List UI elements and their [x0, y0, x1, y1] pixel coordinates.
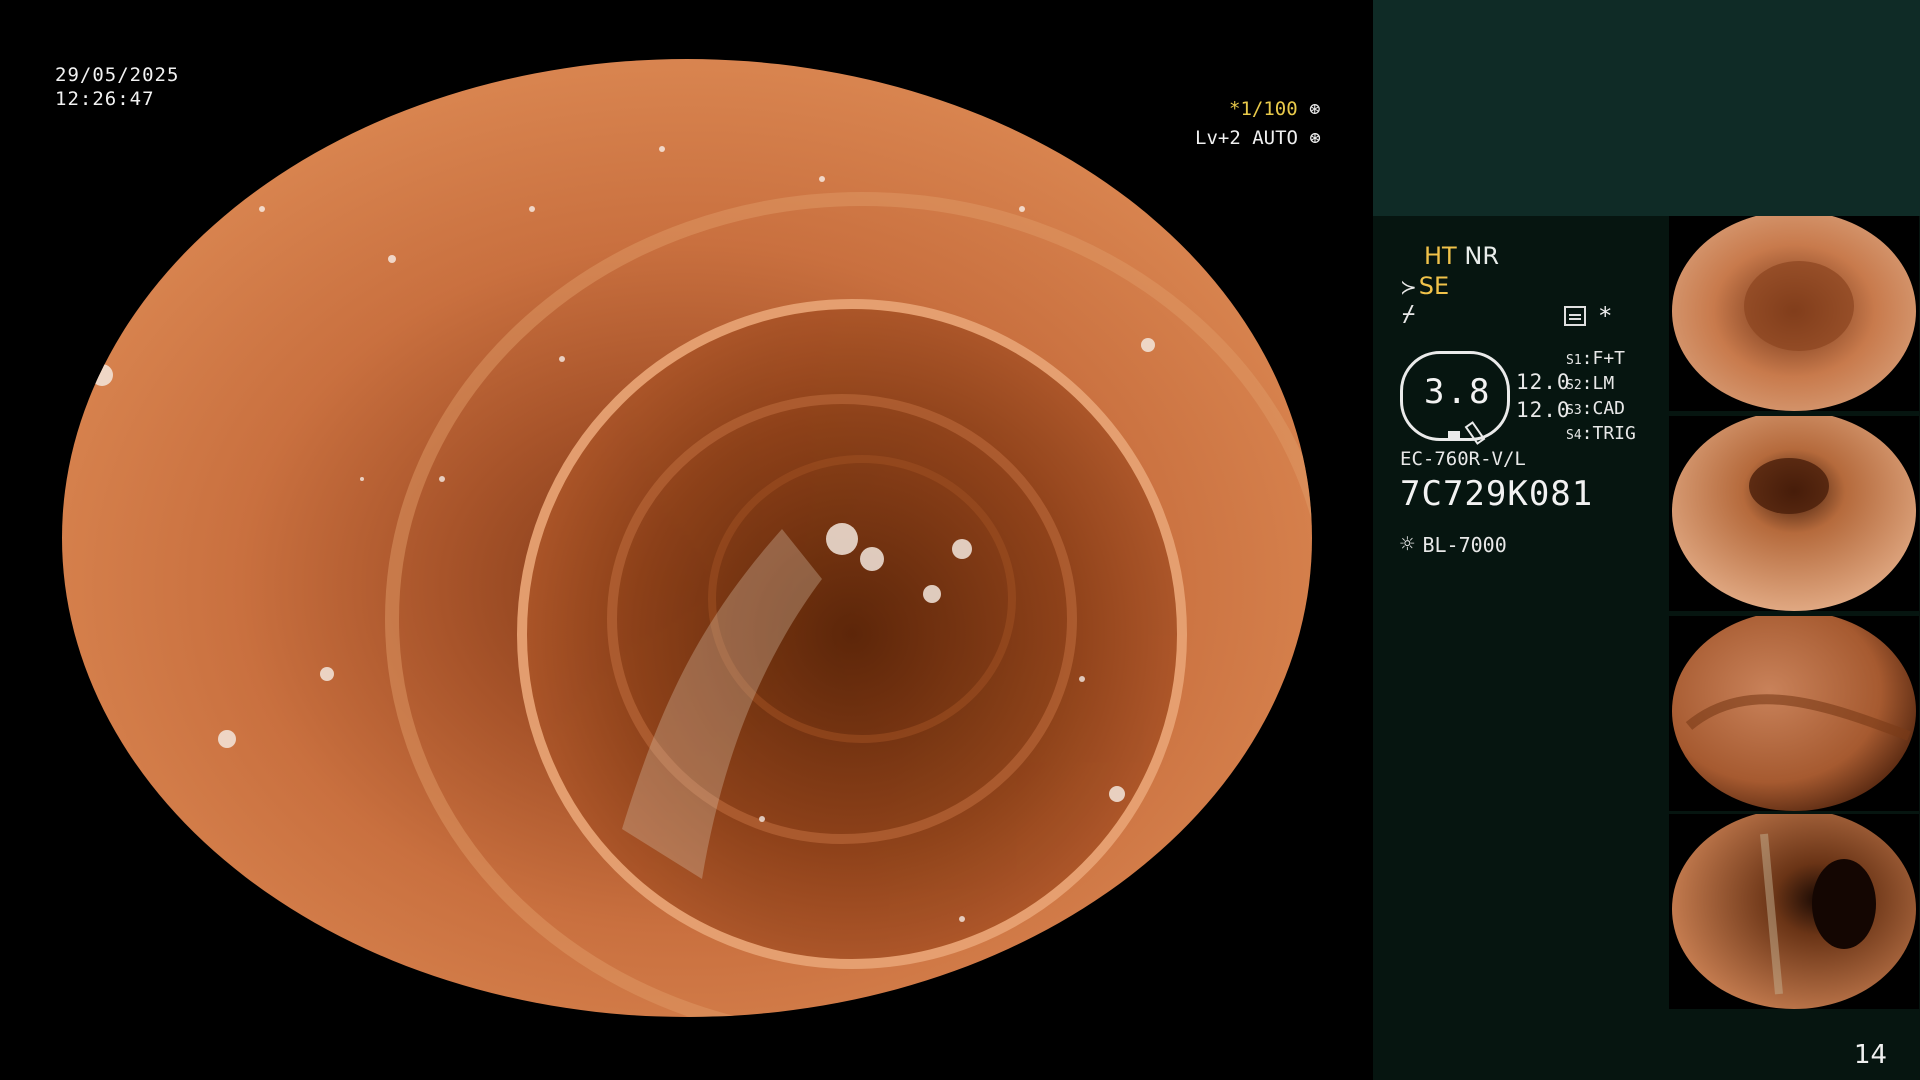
iris-icon: ⊛ — [1309, 127, 1321, 149]
endoscope-main-view — [62, 59, 1312, 1017]
gain-level-text: Lv+2 AUTO — [1195, 127, 1298, 149]
aperture-icon: ⊛ — [1309, 98, 1321, 120]
scope-model: EC-760R-V/L — [1400, 448, 1526, 470]
thumbnail-2[interactable] — [1669, 416, 1919, 611]
thumbnail-1[interactable] — [1669, 216, 1919, 411]
thumbnail-3[interactable] — [1669, 616, 1919, 811]
shutter-speed-text: *1/100 — [1229, 98, 1298, 120]
picture-mode-icon — [1564, 306, 1586, 326]
star-marker: * — [1598, 302, 1613, 330]
switch-label: TRIG — [1592, 423, 1636, 444]
nr-label: NR — [1464, 242, 1499, 270]
shutter-speed-display: *1/100 ⊛ — [1229, 98, 1321, 120]
switch-s3: S3:CAD — [1566, 398, 1626, 419]
ht-label: HT — [1424, 242, 1457, 270]
switch-key: S1 — [1566, 353, 1582, 368]
gauge-bar-icon — [1448, 431, 1460, 439]
info-panel-header — [1373, 0, 1920, 216]
light-source-text: BL-7000 — [1422, 533, 1507, 557]
setting-value-1: 12.0 — [1516, 370, 1571, 394]
switch-label: CAD — [1592, 398, 1626, 419]
time-text: 12:26:47 — [55, 88, 155, 110]
scope-serial: 7C729K081 — [1400, 474, 1594, 514]
date-time-display: 29/05/2025 12:26:47 — [55, 63, 179, 111]
switch-label: LM — [1592, 373, 1615, 394]
switch-s1: S1:F+T — [1566, 348, 1626, 369]
se-indicator: ≻SE — [1400, 272, 1449, 300]
date-text: 29/05/2025 — [55, 64, 180, 86]
gauge-value: 3.8 — [1424, 372, 1492, 412]
switch-key: S2 — [1566, 378, 1582, 393]
switch-label: F+T — [1592, 348, 1626, 369]
switch-key: S3 — [1566, 403, 1582, 418]
switch-s2: S2:LM — [1566, 373, 1615, 394]
se-label: SE — [1418, 272, 1450, 300]
ht-nr-indicator: HT NR — [1424, 242, 1499, 270]
enhancement-icon: ≻ — [1400, 275, 1417, 299]
setting-value-2: 12.0 — [1516, 398, 1571, 422]
structure-enhancement-icon: ⌿ — [1402, 302, 1416, 327]
gain-level-display: Lv+2 AUTO ⊛ — [1195, 127, 1321, 149]
thumbnail-4[interactable] — [1669, 814, 1919, 1009]
light-source-icon: ☼ — [1400, 530, 1415, 558]
light-source-display: ☼ BL-7000 — [1400, 530, 1507, 558]
switch-s4: S4:TRIG — [1566, 423, 1636, 444]
switch-key: S4 — [1566, 428, 1582, 443]
page-number: 14 — [1854, 1040, 1888, 1070]
